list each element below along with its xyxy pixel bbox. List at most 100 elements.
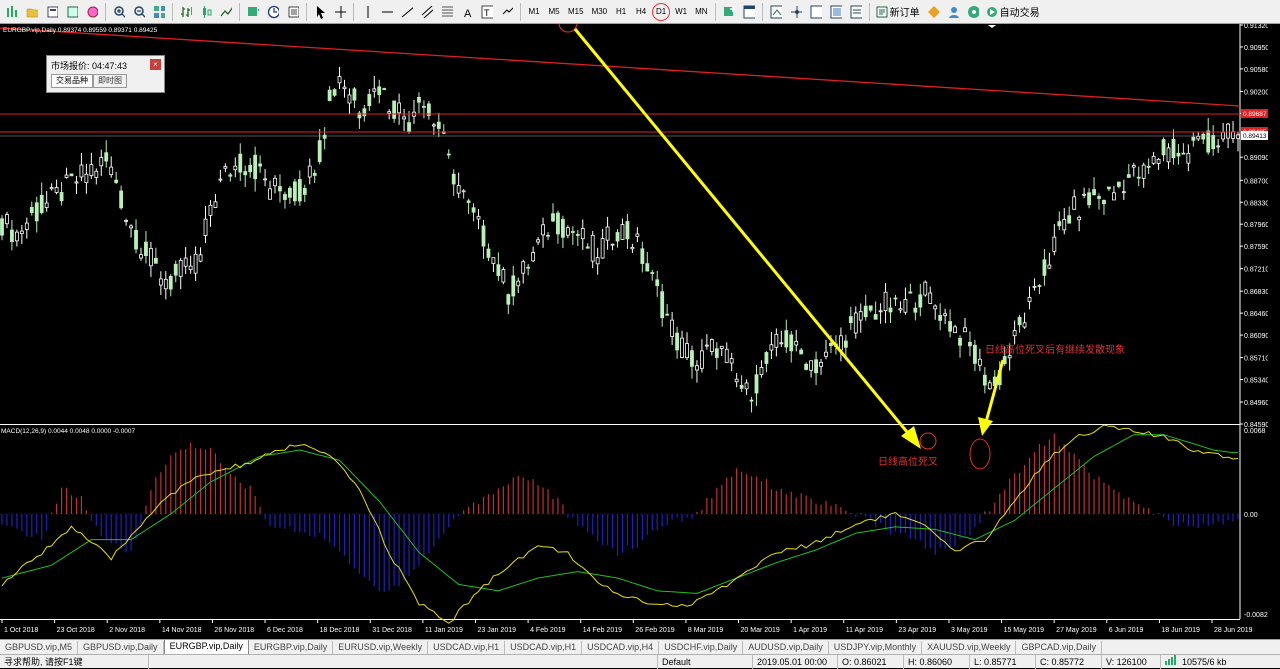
candle-body xyxy=(1062,219,1067,231)
chart-tab[interactable]: EURUSD.vip,Weekly xyxy=(333,641,429,654)
price-tick-label: 0.87210 xyxy=(1244,267,1269,274)
candle-body xyxy=(987,382,992,390)
timeframe-m1-button[interactable]: M1 xyxy=(525,3,543,21)
timeframe-mn-button[interactable]: MN xyxy=(692,3,710,21)
chart-tab[interactable]: USDJPY.vip,Monthly xyxy=(829,641,923,654)
candle-body xyxy=(511,275,516,297)
chart-tab[interactable]: EURGBP.vip,Daily xyxy=(249,641,334,654)
channel-icon[interactable] xyxy=(418,3,436,21)
candle-body xyxy=(953,326,957,334)
price-chart[interactable]: 0.913200.909500.905800.902000.898300.890… xyxy=(0,24,1280,639)
candle-body xyxy=(824,351,828,357)
navigator-icon[interactable] xyxy=(83,3,101,21)
candle-body xyxy=(436,121,441,129)
close-icon[interactable]: × xyxy=(150,59,161,70)
market-watch-window[interactable]: 市场报价: 04:47:43 × 交易品种 即时图 xyxy=(46,55,165,93)
right-scrollbar[interactable] xyxy=(1268,24,1280,639)
candle-body xyxy=(754,374,759,394)
tester-icon[interactable] xyxy=(827,3,845,21)
status-volume: V: 126100 xyxy=(1102,654,1161,669)
timeframe-m15-button[interactable]: M15 xyxy=(565,3,587,21)
cursor-icon[interactable] xyxy=(311,3,329,21)
timeframe-m5-button[interactable]: M5 xyxy=(545,3,563,21)
candle-body xyxy=(44,202,49,209)
bar-chart-icon[interactable] xyxy=(177,3,195,21)
candle-body xyxy=(958,337,962,346)
chart-tab[interactable]: XAUUSD.vip,Weekly xyxy=(922,641,1017,654)
timeframe-h4-button[interactable]: H4 xyxy=(632,3,650,21)
market-watch-icon[interactable] xyxy=(63,3,81,21)
zoom-out-icon[interactable] xyxy=(130,3,148,21)
price-tick-label: 0.88330 xyxy=(1244,200,1269,207)
chart-tab[interactable]: EURGBP.vip,Daily xyxy=(163,640,249,654)
candle-body xyxy=(1037,285,1042,287)
date-tick-label: 2 Nov 2018 xyxy=(109,627,145,634)
text-tool-icon[interactable]: A xyxy=(458,3,476,21)
chart-tab[interactable]: GBPCAD.vip,Daily xyxy=(1016,641,1102,654)
fibonacci-icon[interactable] xyxy=(438,3,456,21)
date-tick-label: 6 Jun 2019 xyxy=(1109,627,1144,634)
date-tick-label: 18 Dec 2018 xyxy=(320,627,360,634)
chart-tab[interactable]: USDCAD.vip,H1 xyxy=(428,641,506,654)
autotrade-button[interactable]: 自动交易 xyxy=(983,4,1043,19)
crosshair-icon[interactable] xyxy=(331,3,349,21)
open-folder-icon[interactable] xyxy=(23,3,41,21)
timeframe-w1-button[interactable]: W1 xyxy=(672,3,690,21)
candle-body xyxy=(1116,181,1121,187)
chart-tab[interactable]: GBPUSD.vip,Daily xyxy=(78,641,164,654)
templates-icon[interactable] xyxy=(284,3,302,21)
window-list-icon[interactable] xyxy=(740,3,758,21)
tab-symbols[interactable]: 交易品种 xyxy=(51,74,93,88)
new-order-button[interactable]: 新订单 xyxy=(873,4,923,19)
auto-scroll-icon[interactable] xyxy=(767,3,785,21)
candle-body xyxy=(288,187,292,198)
periods-icon[interactable] xyxy=(264,3,282,21)
tile-windows-icon[interactable] xyxy=(150,3,168,21)
data-window-icon[interactable] xyxy=(847,3,865,21)
status-profile[interactable]: Default xyxy=(658,654,753,669)
text-label-icon[interactable]: T xyxy=(478,3,496,21)
candle-body xyxy=(943,313,948,316)
horizontal-line-icon[interactable] xyxy=(378,3,396,21)
chart-tab[interactable]: AUDUSD.vip,Daily xyxy=(743,641,829,654)
annotation-death-cross: 日线高位死叉 xyxy=(878,455,938,468)
market-icon[interactable] xyxy=(964,3,982,21)
chart-shift-icon[interactable] xyxy=(787,3,805,21)
vertical-line-icon[interactable] xyxy=(358,3,376,21)
candle-chart-icon[interactable] xyxy=(197,3,215,21)
profiles-icon[interactable] xyxy=(43,3,61,21)
community-icon[interactable] xyxy=(944,3,962,21)
candle-body xyxy=(605,226,610,241)
timeframe-d1-button[interactable]: D1 xyxy=(652,2,671,21)
candle-body xyxy=(218,178,223,181)
chart-tab[interactable]: GBPUSD.vip,M5 xyxy=(0,641,79,654)
arrows-icon[interactable] xyxy=(498,3,516,21)
tab-tick-chart[interactable]: 即时图 xyxy=(93,74,127,88)
chart-tab[interactable]: USDCHF.vip,Daily xyxy=(659,641,744,654)
candle-body xyxy=(561,219,565,238)
autotrade-label: 自动交易 xyxy=(999,8,1040,19)
candle-body xyxy=(982,374,987,386)
signals-icon[interactable] xyxy=(924,3,942,21)
timeframe-bar: M1 M5 M15 M30 H1 H4 D1 W1 MN xyxy=(524,2,712,21)
chart-tab[interactable]: USDCAD.vip,H4 xyxy=(582,641,660,654)
candle-body xyxy=(139,254,143,259)
candle-body xyxy=(928,292,933,304)
new-chart-icon[interactable] xyxy=(3,3,21,21)
candle-body xyxy=(243,171,248,176)
zoom-in-icon[interactable] xyxy=(110,3,128,21)
candle-body xyxy=(913,307,918,313)
line-chart-icon[interactable] xyxy=(217,3,235,21)
indicators-icon[interactable] xyxy=(244,3,262,21)
trendline-icon[interactable] xyxy=(398,3,416,21)
timeframe-m30-button[interactable]: M30 xyxy=(589,3,611,21)
terminal-icon[interactable] xyxy=(807,3,825,21)
timeframe-h1-button[interactable]: H1 xyxy=(612,3,630,21)
candle-body xyxy=(94,170,99,178)
candle-body xyxy=(595,257,600,265)
add-indicator-icon[interactable] xyxy=(720,3,738,21)
chart-tab[interactable]: USDCAD.vip,H1 xyxy=(505,641,583,654)
candle-body xyxy=(327,89,332,102)
candle-body xyxy=(377,86,382,96)
new-order-icon xyxy=(876,6,888,18)
